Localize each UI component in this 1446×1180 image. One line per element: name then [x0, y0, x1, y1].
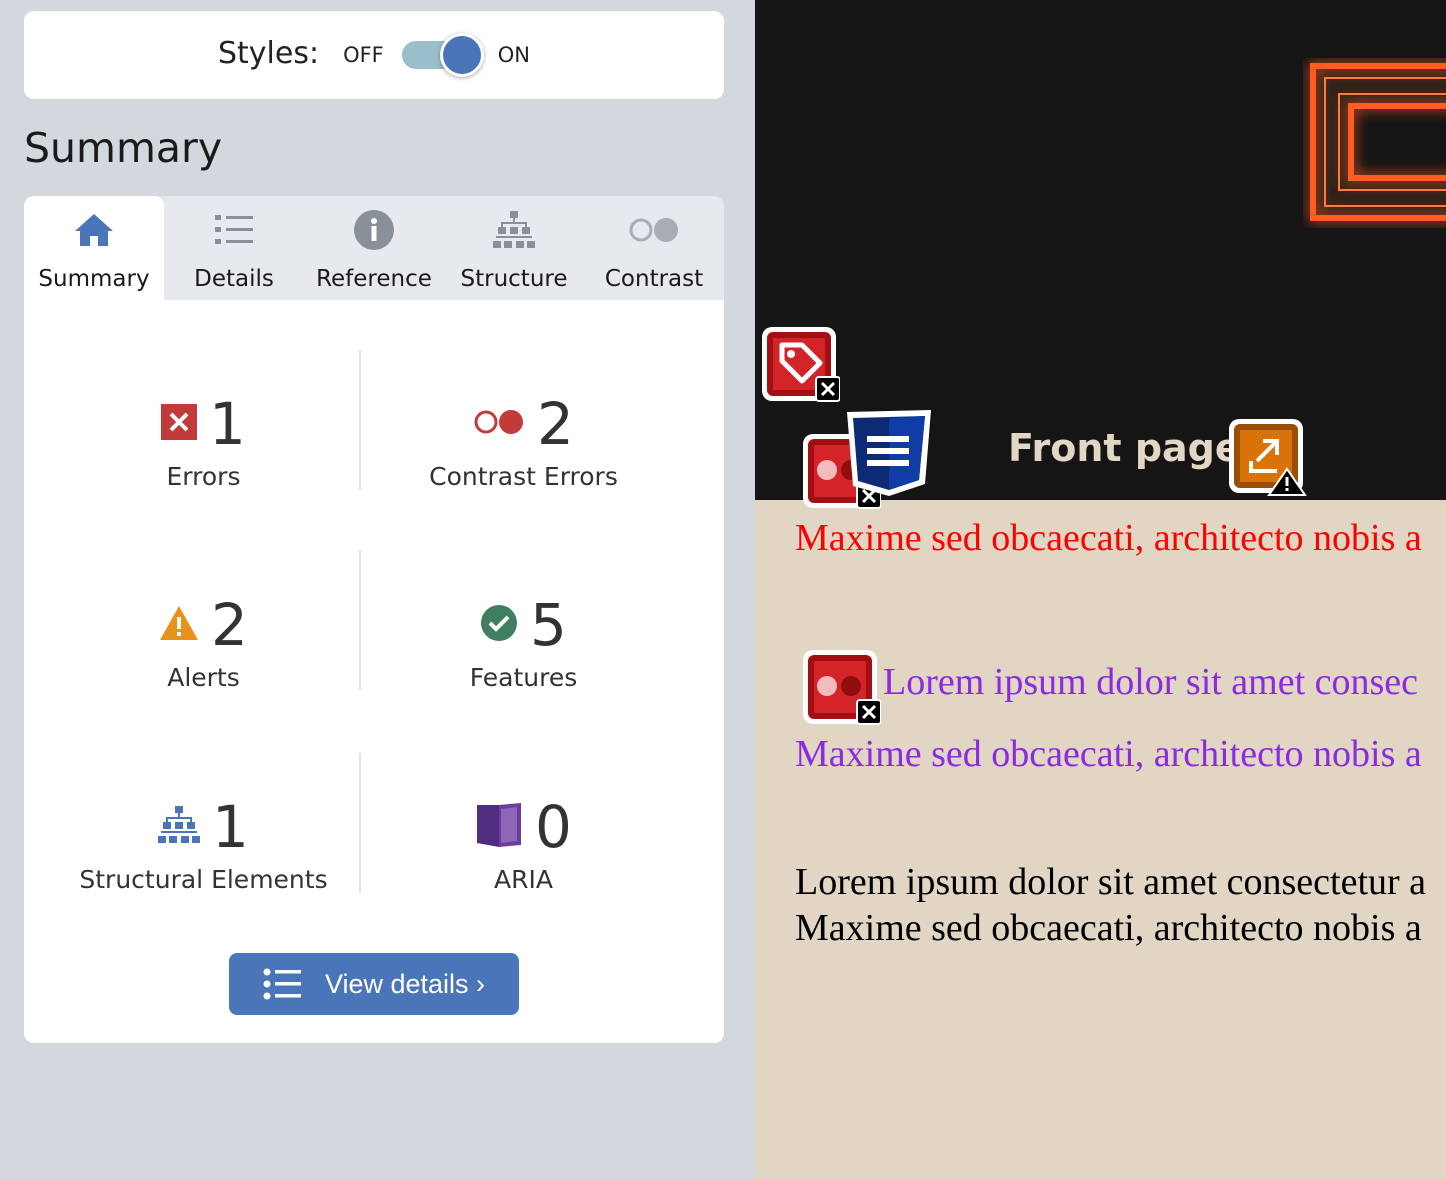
tag-error-icon[interactable] — [760, 325, 841, 409]
errors-stat[interactable]: 1 Errors — [36, 394, 371, 491]
contrast-icon — [628, 210, 680, 250]
wave-sidebar: Styles: OFF ON Summary Summary Details R… — [0, 0, 755, 1180]
link-alert-icon[interactable] — [1227, 417, 1307, 501]
tab-label: Reference — [316, 266, 432, 292]
contrast-errors-stat[interactable]: 2 Contrast Errors — [356, 394, 691, 491]
list-icon — [215, 210, 253, 250]
alerts-label: Alerts — [167, 663, 240, 692]
structural-label: Structural Elements — [79, 865, 328, 894]
aria-count: 0 — [535, 793, 572, 861]
alerts-count: 2 — [211, 591, 248, 659]
tab-label: Structure — [460, 266, 568, 292]
neon-logo — [1310, 63, 1446, 221]
styles-off-label: OFF — [343, 43, 384, 67]
preview-text-line: Maxime sed obcaecati, architecto nobis a — [795, 907, 1422, 949]
styles-toggle-card: Styles: OFF ON — [24, 11, 724, 99]
structure-list-icon[interactable] — [845, 408, 933, 502]
info-icon — [354, 210, 394, 250]
check-circle-icon — [480, 604, 518, 646]
styles-toggle-switch[interactable] — [401, 33, 486, 77]
hierarchy-icon — [493, 210, 535, 250]
errors-count: 1 — [209, 390, 246, 458]
site-header: Front page — [755, 0, 1446, 509]
summary-panel: 1 Errors 2 Contrast Errors 2 Alerts 5 Fe… — [24, 300, 724, 1043]
contrast-errors-label: Contrast Errors — [429, 462, 618, 491]
toggle-knob[interactable] — [439, 33, 484, 77]
home-icon — [74, 210, 114, 250]
alerts-stat[interactable]: 2 Alerts — [36, 595, 371, 692]
styles-on-label: ON — [497, 43, 531, 67]
view-details-label: View details › — [324, 968, 486, 999]
aria-label: ARIA — [494, 865, 553, 894]
view-details-button[interactable]: View details › — [229, 953, 519, 1015]
alert-triangle-icon — [159, 605, 199, 645]
tab-label: Contrast — [604, 266, 704, 292]
preview-text-line: Maxime sed obcaecati, architecto nobis a — [795, 733, 1422, 775]
tab-details[interactable]: Details — [164, 196, 304, 300]
features-count: 5 — [530, 591, 567, 659]
tab-structure[interactable]: Structure — [444, 196, 584, 300]
structural-elements-stat[interactable]: 1 Structural Elements — [36, 797, 371, 894]
features-label: Features — [469, 663, 578, 692]
aria-cube-icon — [475, 801, 523, 853]
list-icon — [263, 968, 301, 1000]
tab-reference[interactable]: Reference — [304, 196, 444, 300]
preview-text-line: Lorem ipsum dolor sit amet consectetur a — [795, 861, 1427, 903]
contrast-errors-count: 2 — [537, 390, 574, 458]
contrast-error-badge-icon[interactable] — [801, 648, 882, 732]
hierarchy-icon — [158, 804, 201, 850]
page-title: Summary — [24, 124, 223, 172]
errors-label: Errors — [166, 462, 241, 491]
contrast-error-icon — [473, 409, 525, 439]
front-page-link[interactable]: Front page — [1008, 426, 1241, 470]
error-x-icon — [161, 404, 198, 444]
styles-label: Styles: — [217, 35, 320, 71]
page-preview: Front page Maxime sed obcaecati, archite… — [755, 0, 1446, 1180]
preview-text-line: Lorem ipsum dolor sit amet consec — [883, 661, 1419, 703]
tab-summary[interactable]: Summary — [24, 196, 164, 300]
features-stat[interactable]: 5 Features — [356, 595, 691, 692]
preview-text-line: Maxime sed obcaecati, architecto nobis a — [795, 517, 1422, 559]
tab-label: Summary — [38, 266, 150, 292]
tab-bar: Summary Details Reference Structure Cont… — [24, 196, 724, 300]
aria-stat[interactable]: 0 ARIA — [356, 797, 691, 894]
tab-label: Details — [194, 266, 274, 292]
tab-contrast[interactable]: Contrast — [584, 196, 724, 300]
structural-count: 1 — [212, 793, 249, 861]
